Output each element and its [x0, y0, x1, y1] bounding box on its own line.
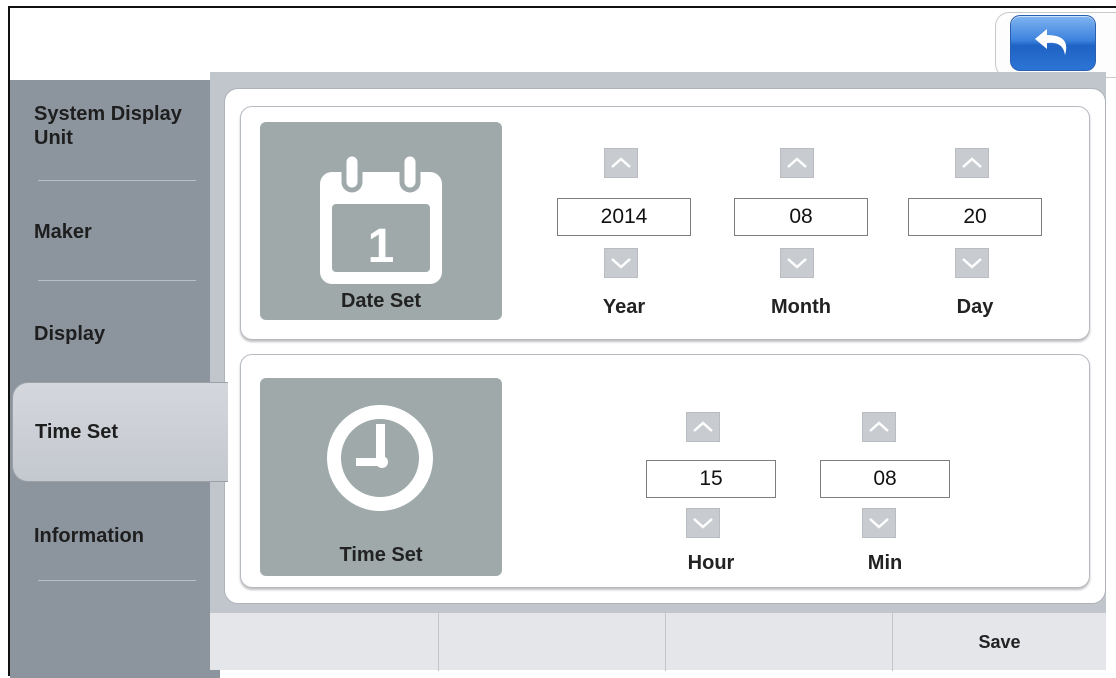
bottom-button-2[interactable]: [438, 613, 665, 671]
min-field[interactable]: 08: [820, 460, 950, 498]
month-down-button[interactable]: [780, 248, 814, 278]
sidebar-item-information[interactable]: Information: [10, 524, 220, 548]
chevron-down-icon: [611, 258, 631, 269]
day-field[interactable]: 20: [908, 198, 1042, 236]
day-up-button[interactable]: [955, 148, 989, 178]
save-button[interactable]: Save: [892, 613, 1106, 671]
min-label: Min: [867, 552, 903, 574]
sidebar-item-label: Time Set: [35, 421, 118, 443]
day-down-button[interactable]: [955, 248, 989, 278]
year-up-button[interactable]: [604, 148, 638, 178]
year-label: Year: [602, 296, 646, 318]
back-button[interactable]: [1010, 15, 1096, 71]
sidebar-item-time-set[interactable]: Time Set: [12, 382, 228, 482]
hour-label: Hour: [687, 552, 735, 574]
year-field[interactable]: 2014: [557, 198, 691, 236]
sidebar-item-display[interactable]: Display: [10, 322, 220, 346]
chevron-down-icon: [787, 258, 807, 269]
min-up-button[interactable]: [862, 412, 896, 442]
hour-down-button[interactable]: [686, 508, 720, 538]
date-set-label: Date Set: [340, 290, 422, 312]
bottom-bar: Save: [210, 612, 1106, 671]
sidebar-divider: [38, 280, 196, 281]
sidebar-item-maker[interactable]: Maker: [10, 220, 220, 244]
sidebar-divider: [38, 580, 196, 581]
sidebar-item-label: Display: [34, 323, 106, 345]
year-down-button[interactable]: [604, 248, 638, 278]
month-label: Month: [771, 296, 831, 318]
chevron-up-icon: [787, 157, 807, 168]
chevron-down-icon: [869, 518, 889, 529]
time-set-button[interactable]: Time Set: [260, 378, 502, 576]
hour-up-button[interactable]: [686, 412, 720, 442]
time-set-label: Time Set: [339, 544, 423, 566]
calendar-icon: 1: [320, 151, 442, 284]
chevron-up-icon: [869, 421, 889, 432]
month-field[interactable]: 08: [734, 198, 868, 236]
chevron-up-icon: [962, 157, 982, 168]
sidebar-item-label: Maker: [34, 221, 92, 243]
chevron-up-icon: [693, 421, 713, 432]
calendar-day-number: 1: [368, 220, 395, 273]
hour-field[interactable]: 15: [646, 460, 776, 498]
chevron-down-icon: [693, 518, 713, 529]
bottom-button-1[interactable]: [210, 613, 438, 671]
month-up-button[interactable]: [780, 148, 814, 178]
back-arrow-icon: [1035, 29, 1067, 55]
sidebar: System Display Unit Maker Display Inform…: [10, 80, 220, 678]
chevron-up-icon: [611, 157, 631, 168]
chevron-down-icon: [962, 258, 982, 269]
min-down-button[interactable]: [862, 508, 896, 538]
day-label: Day: [956, 296, 994, 318]
sidebar-item-system-display-unit[interactable]: System Display Unit: [10, 102, 220, 150]
sidebar-item-label: System Display Unit: [34, 103, 182, 149]
sidebar-divider: [38, 180, 196, 181]
date-set-button[interactable]: 1 Date Set: [260, 122, 502, 320]
clock-icon: [327, 405, 433, 511]
header-bar: [10, 8, 1116, 80]
sidebar-item-label: Information: [34, 525, 144, 547]
bottom-button-3[interactable]: [665, 613, 892, 671]
